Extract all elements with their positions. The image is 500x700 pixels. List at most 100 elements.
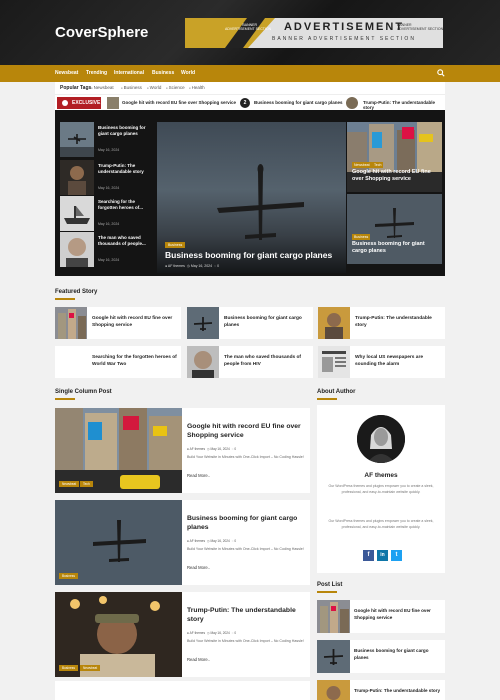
post-list-item[interactable]: Trump-Putin: The understandable story: [317, 680, 445, 700]
hero-left-item[interactable]: Trump-Putin: The understandable story Ma…: [60, 160, 155, 195]
man-thumb: [187, 346, 219, 378]
nav-item-world[interactable]: World: [181, 70, 195, 76]
hero-main-author[interactable]: AF themes: [168, 264, 185, 268]
featured-item[interactable]: Trump-Putin: The understandable story: [318, 307, 445, 339]
tag-science[interactable]: Science: [166, 85, 185, 90]
tag-world[interactable]: World: [147, 85, 162, 90]
about-author-heading: About Author: [317, 389, 356, 395]
featured-item[interactable]: Business booming for giant cargo planes: [187, 307, 313, 339]
post-image[interactable]: Business: [55, 500, 182, 585]
post-list-title[interactable]: Trump-Putin: The understandable story: [354, 687, 443, 694]
hero-right-title[interactable]: Google hit with record EU fine over Shop…: [352, 169, 438, 183]
post-meta: ● AF themes ◷ May 16, 2024 ◌ 0: [187, 447, 237, 451]
post-image[interactable]: Business Newsbeat: [55, 592, 182, 677]
author-name: AF themes: [364, 472, 398, 479]
facebook-icon[interactable]: f: [363, 550, 374, 561]
heading-underline: [317, 591, 337, 593]
about-author-widget: AF themes Our WordPress themes and plugi…: [317, 405, 445, 573]
post-title[interactable]: Business booming for giant cargo planes: [187, 514, 305, 532]
post-author[interactable]: AF themes: [190, 447, 205, 451]
hero-main-date: May 16, 2024: [190, 264, 213, 268]
post-excerpt: Build Your Website in Minutes with One-C…: [187, 547, 304, 551]
featured-item[interactable]: Google hit with record EU fine over Shop…: [55, 307, 181, 339]
exclusive-label: EXCLUSIVE: [72, 100, 101, 106]
post-list-item[interactable]: Google hit with record EU fine over Shop…: [317, 600, 445, 633]
hero-right-category[interactable]: Newsbeat: [352, 162, 372, 168]
single-column-post[interactable]: Newsbeat Tech Google hit with record EU …: [55, 408, 310, 493]
hero-block: Business booming for giant cargo planes …: [55, 110, 445, 276]
heading-underline: [55, 298, 75, 300]
hero-right-category[interactable]: Tech: [372, 162, 384, 168]
nav-item-newsbeat[interactable]: Newsbeat: [55, 70, 78, 76]
nav-item-business[interactable]: Business: [152, 70, 174, 76]
post-date: May 16, 2024: [210, 631, 230, 635]
featured-item[interactable]: The man who saved thousands of people fr…: [187, 346, 313, 378]
post-image[interactable]: Newsbeat Tech: [55, 408, 182, 493]
hero-right-card[interactable]: Business Business booming for giant carg…: [347, 194, 442, 264]
post-category[interactable]: Business: [59, 573, 78, 579]
featured-item[interactable]: Searching for the forgotten heroes of Wo…: [55, 346, 181, 378]
tag-business[interactable]: Business: [121, 85, 142, 90]
post-title[interactable]: Google hit with record EU fine over Shop…: [187, 422, 305, 440]
read-more-link[interactable]: Read More..: [187, 473, 210, 478]
post-title[interactable]: Trump-Putin: The understandable story: [187, 606, 305, 624]
featured-item-title[interactable]: Business booming for giant cargo planes: [224, 315, 311, 329]
author-avatar[interactable]: [357, 415, 405, 463]
hero-left-title[interactable]: Searching for the forgotten heroes of...: [98, 199, 153, 211]
featured-item-title[interactable]: The man who saved thousands of people fr…: [224, 354, 311, 368]
heading-underline: [55, 398, 75, 400]
hero-main-category[interactable]: Business: [165, 242, 186, 248]
hero-left-item[interactable]: The man who saved thousands of people...…: [60, 232, 155, 267]
single-column-post[interactable]: Business Newsbeat Trump-Putin: The under…: [55, 592, 310, 677]
twitter-icon[interactable]: t: [391, 550, 402, 561]
linkedin-icon[interactable]: in: [377, 550, 388, 561]
ticker-title-2[interactable]: Business booming for giant cargo planes: [254, 100, 343, 105]
hero-main-meta: ● AF themes ◷ May 16, 2024 ◌ 0: [165, 264, 219, 268]
post-category[interactable]: Tech: [80, 481, 93, 487]
ticker-thumb-3[interactable]: [346, 97, 358, 109]
hero-main-title[interactable]: Business booming for giant cargo planes: [165, 250, 332, 260]
next-post-preview[interactable]: [55, 681, 310, 700]
post-comments: 0: [234, 539, 237, 543]
search-icon[interactable]: [437, 69, 445, 77]
featured-item-title[interactable]: Searching for the forgotten heroes of Wo…: [92, 354, 179, 368]
post-category[interactable]: Newsbeat: [80, 665, 101, 671]
post-author[interactable]: AF themes: [190, 631, 205, 635]
nav-item-international[interactable]: International: [114, 70, 144, 76]
read-more-link[interactable]: Read More..: [187, 565, 210, 570]
advertisement-banner[interactable]: BANNER ADVERTISEMENT SECTION ADVERTISEME…: [185, 18, 443, 48]
featured-item[interactable]: Why local US newspapers are sounding the…: [318, 346, 445, 378]
hero-main-slide[interactable]: Business Business booming for giant carg…: [157, 122, 346, 273]
read-more-link[interactable]: Read More..: [187, 657, 210, 662]
hero-left-title[interactable]: Business booming for giant cargo planes: [98, 125, 153, 137]
featured-item-title[interactable]: Trump-Putin: The understandable story: [355, 315, 442, 329]
post-category[interactable]: Newsbeat: [59, 481, 80, 487]
post-author[interactable]: AF themes: [190, 539, 205, 543]
live-dot-icon: [62, 100, 68, 106]
hero-left-item[interactable]: Business booming for giant cargo planes …: [60, 122, 155, 157]
tag-newsbeat[interactable]: Newsbeat: [91, 85, 114, 90]
post-category[interactable]: Business: [59, 665, 78, 671]
hero-left-item[interactable]: Searching for the forgotten heroes of...…: [60, 196, 155, 231]
site-logo[interactable]: CoverSphere: [55, 24, 148, 41]
hero-right-title[interactable]: Business booming for giant cargo planes: [352, 241, 438, 255]
tag-health[interactable]: Health: [189, 85, 205, 90]
newspaper-thumb: [318, 346, 350, 378]
post-excerpt: Build Your Website in Minutes with One-C…: [187, 639, 304, 643]
man-thumb: [60, 232, 94, 267]
post-list-item[interactable]: Business booming for giant cargo planes: [317, 640, 445, 673]
post-list-title[interactable]: Google hit with record EU fine over Shop…: [354, 607, 443, 621]
ticker-title-3[interactable]: Trump-Putin: The understandable story: [363, 100, 445, 110]
featured-item-title[interactable]: Google hit with record EU fine over Shop…: [92, 315, 179, 329]
post-list-title[interactable]: Business booming for giant cargo planes: [354, 647, 443, 661]
hero-right-category[interactable]: Business: [352, 234, 371, 240]
ticker-title-1[interactable]: Google hit with record EU fine over Shop…: [122, 100, 236, 105]
featured-item-title[interactable]: Why local US newspapers are sounding the…: [355, 354, 442, 368]
hero-right-card[interactable]: Newsbeat Tech Google hit with record EU …: [347, 122, 442, 192]
author-description: Our WordPress themes and plugins empower…: [328, 484, 434, 494]
single-column-post[interactable]: Business Business booming for giant carg…: [55, 500, 310, 585]
nav-item-trending[interactable]: Trending: [86, 70, 107, 76]
hero-left-title[interactable]: The man who saved thousands of people...: [98, 235, 153, 247]
hero-left-title[interactable]: Trump-Putin: The understandable story: [98, 163, 153, 175]
exclusive-badge: EXCLUSIVE: [57, 97, 101, 109]
